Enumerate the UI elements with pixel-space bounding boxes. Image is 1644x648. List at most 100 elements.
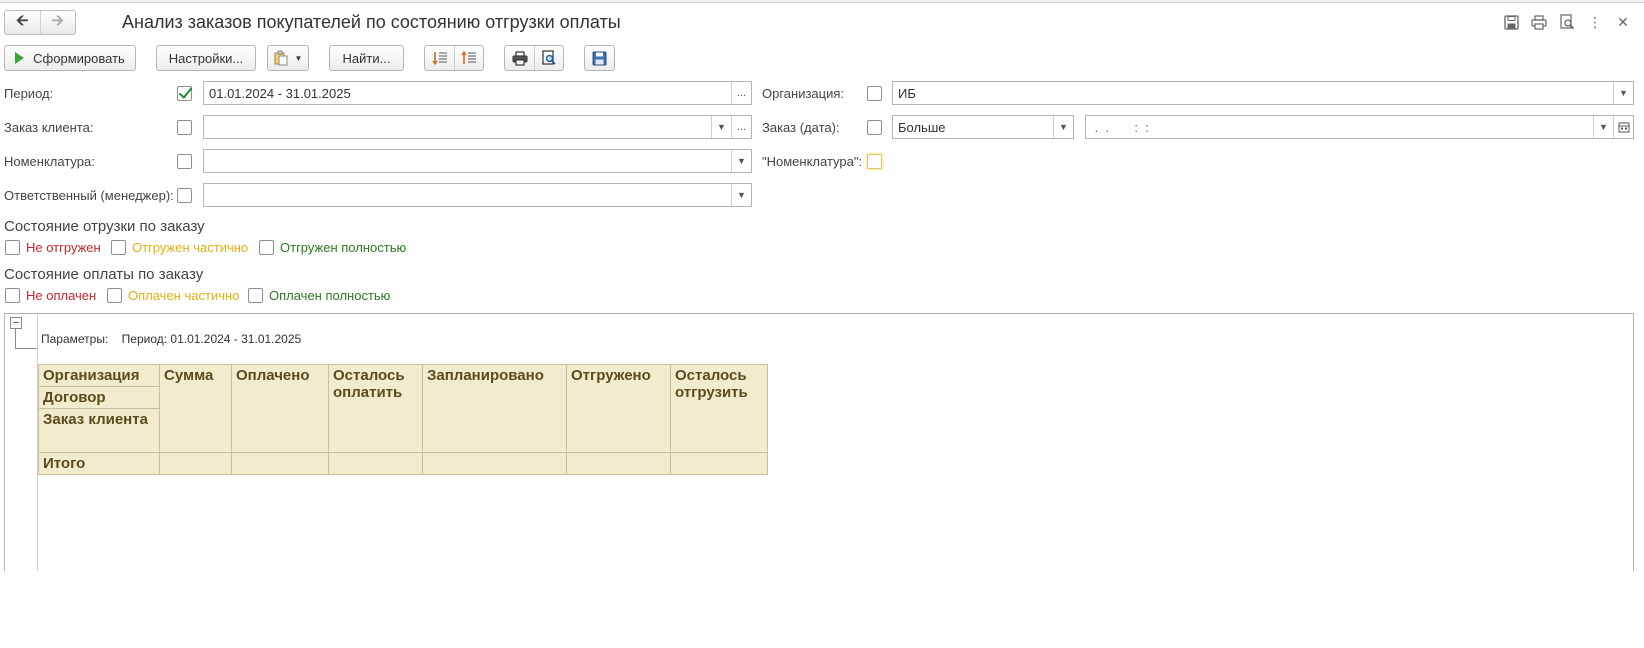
chevron-down-icon[interactable]: ▼ [731,184,751,206]
chevron-down-icon[interactable]: ▼ [1613,82,1633,104]
printer-icon[interactable] [505,46,534,70]
checkbox[interactable] [111,240,126,255]
nomenclature-checkbox[interactable] [177,154,192,169]
header-sum: Сумма [159,364,232,453]
variants-button[interactable]: ▼ [267,45,309,71]
save-button[interactable] [584,45,615,71]
chevron-down-icon[interactable]: ▼ [711,116,731,138]
client-order-label: Заказ клиента: [4,120,94,135]
print-preview-icon[interactable] [1558,13,1576,31]
nomenclature-label: Номенклатура: [4,154,95,169]
play-icon [15,52,25,64]
payment-state-title: Состояние оплаты по заказу [4,266,204,283]
order-date-field[interactable]: . . : : ▼ [1085,115,1634,139]
report-table: Организация Сумма Оплачено Осталось опла… [38,364,768,475]
period-label: Период: [4,86,54,101]
params-label: Параметры: [41,332,109,346]
tree-line [15,329,37,349]
find-button-label: Найти... [342,50,391,66]
shipment-not-shipped-option[interactable]: Не отгружен [5,240,101,255]
option-label: Не отгружен [26,240,101,255]
checkbox[interactable] [5,240,20,255]
generate-button-label: Сформировать [33,50,125,66]
header-organization: Организация [38,364,160,387]
payment-partial-option[interactable]: Оплачен частично [107,288,239,303]
forward-arrow-icon[interactable]: 🡪 [39,11,76,34]
settings-button[interactable]: Настройки... [156,45,256,71]
collapse-group-icon[interactable]: − [10,317,22,329]
option-label: Не оплачен [26,288,97,303]
option-label: Оплачен частично [128,288,240,303]
group-expand-collapse [424,45,484,71]
find-button[interactable]: Найти... [329,45,404,71]
print-preview-icon[interactable] [534,46,563,70]
printer-icon[interactable] [1530,13,1548,31]
report-document[interactable]: − Параметры: Период: 01.01.2024 - 31.01.… [4,313,1634,571]
manager-checkbox[interactable] [177,188,192,203]
calendar-icon[interactable] [1613,116,1633,138]
chevron-down-icon[interactable]: ▼ [1053,116,1073,138]
nomenclature-field[interactable]: ▼ [203,149,752,173]
group-print [504,45,564,71]
header-planned: Запланировано [422,364,567,453]
order-date-label: Заказ (дата): [762,120,840,135]
period-value: 01.01.2024 - 31.01.2025 [209,85,351,101]
top-strip [0,0,1644,3]
header-to-ship: Осталось отгрузить [670,364,768,453]
client-order-field[interactable]: ▼ ... [203,115,752,139]
option-label: Отгружен полностью [280,240,407,255]
nomenclature-flag-checkbox[interactable] [867,154,882,169]
params-value: Период: 01.01.2024 - 31.01.2025 [121,332,302,346]
shipment-full-option[interactable]: Отгружен полностью [259,240,406,255]
manager-field[interactable]: ▼ [203,183,752,207]
settings-button-label: Настройки... [168,50,244,66]
organization-label: Организация: [762,86,845,101]
floppy-icon [592,51,607,65]
option-label: Отгружен частично [132,240,249,255]
checkbox[interactable] [5,288,20,303]
checkbox[interactable] [248,288,263,303]
order-date-checkbox[interactable] [867,120,882,135]
report-variants-icon [274,50,288,66]
organization-field[interactable]: ИБ ▼ [892,81,1634,105]
option-label: Оплачен полностью [269,288,391,303]
expand-groups-icon[interactable] [425,46,454,70]
total-to-ship [670,452,768,475]
client-order-select-button[interactable]: ... [731,116,751,138]
header-shipped: Отгружено [566,364,671,453]
generate-button[interactable]: Сформировать [4,45,136,71]
total-to-pay [328,452,423,475]
organization-checkbox[interactable] [867,86,882,101]
floppy-icon[interactable] [1502,13,1520,31]
client-order-checkbox[interactable] [177,120,192,135]
report-gutter [5,314,38,571]
period-checkbox[interactable] [177,86,192,101]
organization-value: ИБ [898,85,916,101]
chevron-down-icon[interactable]: ▼ [1593,116,1613,138]
window-title: Анализ заказов покупателей по состоянию … [122,12,621,32]
header-client-order: Заказ клиента [38,408,160,453]
total-sum [159,452,232,475]
shipment-state-title: Состояние отрузки по заказу [4,218,205,235]
payment-not-paid-option[interactable]: Не оплачен [5,288,96,303]
manager-label: Ответственный (менеджер): [4,188,174,203]
checkbox[interactable] [107,288,122,303]
payment-full-option[interactable]: Оплачен полностью [248,288,390,303]
header-to-pay: Осталось оплатить [328,364,423,453]
shipment-partial-option[interactable]: Отгружен частично [111,240,248,255]
close-icon[interactable]: ✕ [1614,13,1632,31]
total-label: Итого [38,452,160,475]
report-parameters: Параметры: Период: 01.01.2024 - 31.01.20… [41,332,301,346]
period-select-button[interactable]: ... [731,82,751,104]
back-arrow-icon[interactable]: 🡨 [5,11,40,34]
order-date-condition-value: Больше [898,119,946,135]
total-shipped [566,452,671,475]
period-field[interactable]: 01.01.2024 - 31.01.2025 ... [203,81,752,105]
checkbox[interactable] [259,240,274,255]
more-vertical-icon[interactable]: ⋮ [1586,13,1604,31]
collapse-groups-icon[interactable] [454,46,483,70]
order-date-condition-field[interactable]: Больше ▼ [892,115,1074,139]
total-paid [231,452,329,475]
nomenclature-flag-label: "Номенклатура": [762,154,863,169]
chevron-down-icon[interactable]: ▼ [731,150,751,172]
